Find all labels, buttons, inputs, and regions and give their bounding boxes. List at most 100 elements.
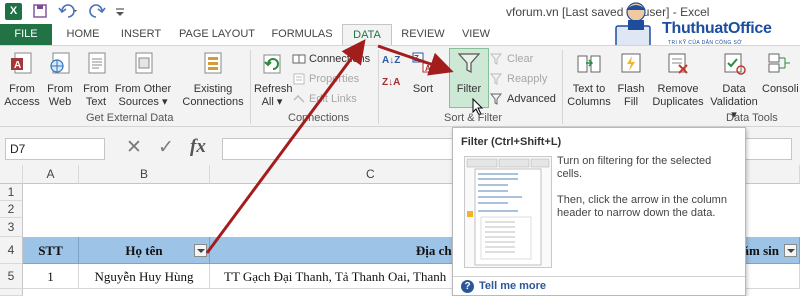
customize-quick-access-icon[interactable] [113,2,127,21]
remove-duplicates-label2: Duplicates [652,96,704,108]
undo-icon[interactable] [58,2,80,21]
row-header-3[interactable]: 3 [0,218,23,237]
group-label-data-tools: Data Tools [726,112,778,124]
tab-file[interactable]: FILE [0,24,52,45]
from-web-label2: Web [48,96,72,108]
redo-icon[interactable] [88,2,106,21]
existing-connections-icon [204,52,222,74]
cell-a5[interactable]: 1 [23,264,79,289]
edit-links-icon [293,95,305,103]
from-other-label2: Sources ▾ [118,96,168,108]
row-header-2[interactable]: 2 [0,201,23,218]
from-access-label2: Access [4,96,40,108]
tooltip-divider [453,276,745,277]
from-text-label1: From [83,83,109,95]
from-other-sources-button[interactable]: From Other Sources ▾ [114,50,172,109]
column-header-a[interactable]: A [23,165,79,184]
filter-dropdown-arrow-icon[interactable] [194,244,207,257]
remove-duplicates-button[interactable]: Remove Duplicates [650,50,706,109]
enter-check-icon[interactable]: ✓ [158,136,174,159]
refresh-label1: Refresh [254,83,293,95]
consolidate-label: Consoli [762,83,799,95]
connections-button[interactable]: Connections [292,50,370,68]
flash-fill-icon [621,53,641,73]
edit-links-label: Edit Links [309,93,357,105]
header-cell-ho-ten[interactable]: Họ tên [79,237,210,264]
clear-button[interactable]: Clear [490,50,533,68]
web-icon [50,52,70,74]
select-all-corner[interactable] [0,165,23,184]
reapply-icon [490,73,503,85]
save-icon[interactable] [32,2,48,21]
remove-duplicates-label1: Remove [657,83,699,95]
sort-button[interactable]: Z A Sort [406,50,440,96]
other-sources-icon [135,52,153,74]
svg-text:Z: Z [414,54,419,63]
tab-page-layout[interactable]: PAGE LAYOUT [172,24,262,45]
tab-formulas[interactable]: FORMULAS [264,24,340,45]
from-text-button[interactable]: From Text [80,50,112,109]
cancel-icon[interactable]: ✕ [126,136,142,159]
svg-text:A: A [425,64,431,73]
svg-text:A: A [14,60,21,71]
refresh-icon [263,54,281,74]
column-header-b[interactable]: B [79,165,210,184]
existing-connections-button[interactable]: Existing Connections [180,50,246,109]
tell-me-more-link[interactable]: ? Tell me more [461,280,546,293]
text-to-columns-label2: Columns [567,96,611,108]
row-header-6[interactable] [0,289,23,296]
from-web-button[interactable]: From Web [44,50,76,109]
tab-insert[interactable]: INSERT [112,24,170,45]
tell-me-more-label: Tell me more [479,280,547,292]
row-header-1[interactable]: 1 [0,184,23,201]
tab-view[interactable]: VIEW [454,24,498,45]
existing-connections-label2: Connections [182,96,244,108]
from-access-button[interactable]: A From Access [4,50,40,109]
sort-z-to-a-button[interactable]: Z↓A [382,74,400,92]
text-to-columns-label1: Text to [572,83,606,95]
remove-duplicates-icon [668,53,688,74]
insert-function-icon[interactable]: fx [190,136,206,158]
clear-label: Clear [507,53,534,65]
flash-fill-button[interactable]: Flash Fill [616,50,646,109]
text-to-columns-button[interactable]: Text to Columns [566,50,612,109]
header-cell-stt[interactable]: STT [23,237,79,264]
excel-logo-icon: X [5,3,22,20]
connections-icon [292,54,306,64]
consolidate-button[interactable]: Consoli [762,50,800,96]
text-file-icon [88,52,106,74]
advanced-filter-icon [490,93,503,105]
advanced-label: Advanced [507,93,556,105]
filter-button[interactable]: Filter [450,50,488,96]
row-header-5[interactable]: 5 [0,264,23,289]
sort-a-to-z-button[interactable]: A↓Z [382,52,400,70]
header-ho-ten-label: Họ tên [125,243,163,258]
tab-data[interactable]: DATA [342,24,392,46]
flash-fill-label2: Fill [623,96,639,108]
properties-icon [293,73,305,85]
refresh-label2: All ▾ [261,96,283,108]
advanced-button[interactable]: Advanced [490,90,556,108]
filter-tooltip: Filter (Ctrl+Shift+L) Turn on filtering … [452,127,746,296]
tab-home[interactable]: HOME [56,24,110,45]
tab-review[interactable]: REVIEW [396,24,450,45]
cell-b5[interactable]: Nguyễn Huy Hùng [79,264,210,289]
header-dia-chi-label: Địa chỉ [415,243,456,258]
data-validation-label1: Data [722,83,746,95]
group-separator [378,50,379,124]
data-validation-icon [724,53,746,75]
flash-fill-label1: Flash [617,83,645,95]
filter-dropdown-arrow-icon[interactable] [784,244,797,257]
from-web-label1: From [47,83,73,95]
refresh-all-button[interactable]: Refresh All ▾ [254,50,293,109]
tooltip-title: Filter (Ctrl+Shift+L) [461,136,562,148]
name-box[interactable]: D7 [5,138,105,160]
reapply-button[interactable]: Reapply [490,70,547,88]
help-question-icon: ? [461,280,474,293]
watermark-text: ThuthuatOffice [662,20,772,37]
tooltip-description-2: Then, click the arrow in the column head… [557,194,727,219]
edit-links-button[interactable]: Edit Links [292,90,357,108]
row-header-4[interactable]: 4 [0,237,23,264]
properties-button[interactable]: Properties [292,70,359,88]
group-separator [250,50,251,124]
